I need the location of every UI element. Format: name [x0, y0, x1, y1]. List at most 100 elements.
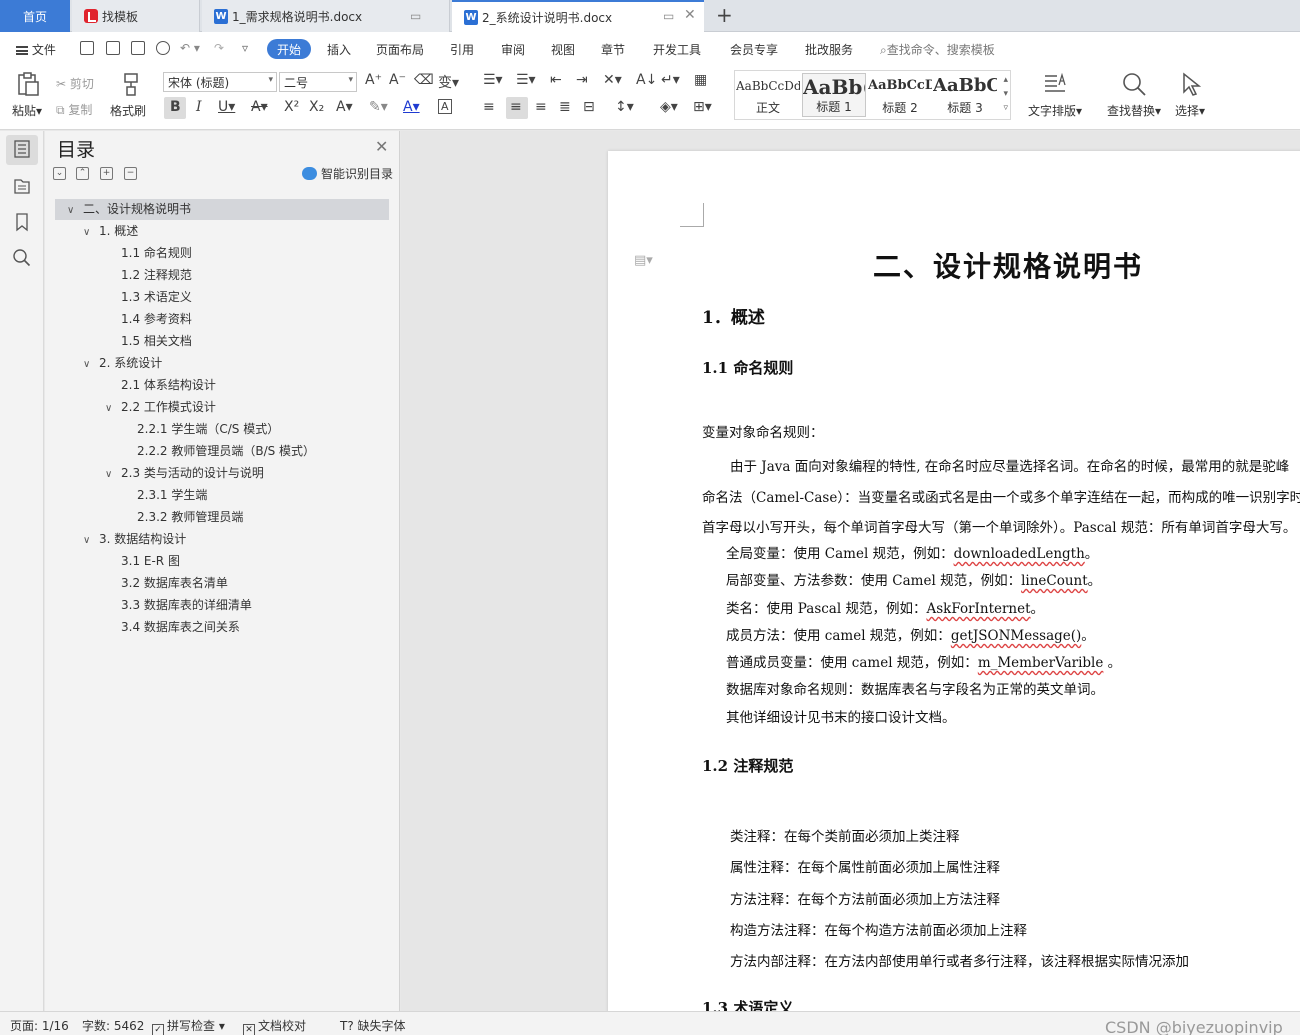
- style-normal[interactable]: AaBbCcDd 正文: [736, 73, 800, 117]
- spell-check-button[interactable]: ✓ 拼写检查 ▾: [152, 1017, 225, 1035]
- menu-item-view[interactable]: 视图: [551, 41, 575, 58]
- style-heading-2[interactable]: AaBbCcDd 标题 2: [868, 73, 932, 117]
- char-border-icon[interactable]: A: [438, 99, 452, 114]
- command-search[interactable]: ⌕查找命令、搜索模板: [880, 41, 995, 58]
- justify-icon[interactable]: ≣: [559, 99, 571, 115]
- toc-item[interactable]: 2.2.2 教师管理员端（B/S 模式）: [55, 441, 389, 462]
- decrease-indent-icon[interactable]: ⇤: [550, 72, 562, 88]
- chevron-down-icon[interactable]: ∨: [67, 200, 77, 221]
- text-layout-button[interactable]: 文字排版▾: [1028, 102, 1082, 119]
- toc-item[interactable]: 1.2 注释规范: [55, 265, 389, 286]
- chevron-down-icon[interactable]: ∨: [105, 398, 115, 419]
- paste-button[interactable]: 粘贴▾: [12, 102, 42, 119]
- toc-item[interactable]: ∨ 1. 概述: [55, 221, 389, 242]
- menu-item-developer[interactable]: 开发工具: [653, 41, 701, 58]
- remove-heading-icon[interactable]: −: [124, 167, 137, 180]
- chevron-down-icon[interactable]: ∨: [83, 354, 93, 375]
- word-count[interactable]: 字数: 5462: [82, 1017, 144, 1034]
- expand-up-icon[interactable]: ⌃: [76, 167, 89, 180]
- close-icon[interactable]: ✕: [684, 7, 696, 23]
- align-center-icon[interactable]: ≡: [510, 99, 522, 115]
- menu-item-review[interactable]: 审阅: [501, 41, 525, 58]
- chinese-layout-icon[interactable]: ✕▾: [603, 72, 622, 88]
- text-layout-icon[interactable]: [1042, 71, 1068, 97]
- toc-item[interactable]: 1.4 参考资料: [55, 309, 389, 330]
- italic-icon[interactable]: I: [196, 99, 202, 115]
- toc-item[interactable]: ∨ 3. 数据结构设计: [55, 529, 389, 550]
- print-preview-icon[interactable]: [156, 41, 170, 55]
- search-icon[interactable]: [12, 248, 32, 268]
- menu-item-references[interactable]: 引用: [450, 41, 474, 58]
- toc-item[interactable]: ∨ 2. 系统设计: [55, 353, 389, 374]
- toc-item[interactable]: 2.3.2 教师管理员端: [55, 507, 389, 528]
- table-layout-icon[interactable]: ▦: [694, 72, 707, 88]
- paragraph-handle-icon[interactable]: ▤▾: [634, 253, 653, 268]
- toc-item[interactable]: 1.3 术语定义: [55, 287, 389, 308]
- menu-item-grading[interactable]: 批改服务: [805, 41, 853, 58]
- increase-indent-icon[interactable]: ⇥: [576, 72, 588, 88]
- close-icon[interactable]: ✕: [375, 137, 388, 156]
- align-right-icon[interactable]: ≡: [535, 99, 547, 115]
- undo-icon[interactable]: ↶ ▾: [180, 41, 200, 55]
- sort-icon[interactable]: A↓: [636, 72, 657, 88]
- distributed-icon[interactable]: ⊟: [583, 99, 595, 115]
- menu-item-page-layout[interactable]: 页面布局: [376, 41, 424, 58]
- toc-item[interactable]: ∨ 2.2 工作模式设计: [55, 397, 389, 418]
- tab-templates[interactable]: 找模板: [72, 0, 200, 32]
- decrease-font-icon[interactable]: A⁻: [389, 72, 406, 88]
- font-color-icon[interactable]: A▾: [403, 99, 420, 115]
- toc-item[interactable]: 3.4 数据库表之间关系: [55, 617, 389, 638]
- toc-item[interactable]: ∨ 二、设计规格说明书: [55, 199, 389, 220]
- print-icon[interactable]: [131, 41, 145, 55]
- format-painter-icon[interactable]: [118, 71, 144, 97]
- collapse-all-icon[interactable]: ⌄: [53, 167, 66, 180]
- menu-item-home[interactable]: 开始: [267, 39, 311, 59]
- select-button[interactable]: 选择▾: [1175, 102, 1205, 119]
- menu-item-member[interactable]: 会员专享: [730, 41, 778, 58]
- bullet-list-icon[interactable]: ☰▾: [483, 72, 503, 88]
- toc-item[interactable]: 2.1 体系结构设计: [55, 375, 389, 396]
- subscript-icon[interactable]: X₂: [309, 99, 324, 115]
- document-page[interactable]: ▤▾ 二、设计规格说明书 1．概述 1.1 命名规则 变量对象命名规则： 由于 …: [608, 151, 1300, 1011]
- numbered-list-icon[interactable]: ☰▾: [516, 72, 536, 88]
- add-tab-icon[interactable]: +: [716, 3, 733, 27]
- file-menu[interactable]: 文件: [16, 41, 56, 58]
- tab-home[interactable]: 首页: [0, 0, 70, 32]
- screen-icon[interactable]: ▭: [410, 9, 421, 23]
- show-marks-icon[interactable]: ↵▾: [661, 72, 680, 88]
- chevron-down-icon[interactable]: ∨: [105, 464, 115, 485]
- chevron-down-icon[interactable]: ∨: [83, 530, 93, 551]
- copy-button[interactable]: ⧉ 复制: [56, 101, 92, 118]
- cut-button[interactable]: ✂ 剪切: [56, 75, 94, 92]
- doc-proofread-button[interactable]: ✕ 文档校对: [243, 1017, 306, 1035]
- menu-item-chapter[interactable]: 章节: [601, 41, 625, 58]
- chevron-down-icon[interactable]: ∨: [83, 222, 93, 243]
- style-heading-1[interactable]: AaBb( 标题 1: [802, 73, 866, 117]
- line-spacing-icon[interactable]: ↕▾: [615, 99, 634, 115]
- text-effect-icon[interactable]: A▾: [336, 99, 353, 115]
- format-painter-button[interactable]: 格式刷: [110, 102, 146, 119]
- menu-item-insert[interactable]: 插入: [327, 41, 351, 58]
- add-heading-icon[interactable]: +: [100, 167, 113, 180]
- find-replace-button[interactable]: 查找替换▾: [1107, 102, 1161, 119]
- highlight-icon[interactable]: ✎▾: [369, 99, 388, 115]
- superscript-icon[interactable]: X²: [284, 99, 299, 115]
- missing-font-button[interactable]: T? 缺失字体: [340, 1017, 406, 1034]
- clear-format-icon[interactable]: ⌫: [414, 72, 434, 88]
- shading-icon[interactable]: ◈▾: [660, 99, 678, 115]
- border-icon[interactable]: ⊞▾: [693, 99, 712, 115]
- magnifier-icon[interactable]: [1121, 71, 1147, 97]
- increase-font-icon[interactable]: A⁺: [365, 72, 382, 88]
- smart-toc-button[interactable]: 智能识别目录: [302, 165, 393, 182]
- phonetic-icon[interactable]: 变▾: [438, 72, 459, 92]
- toc-item[interactable]: 3.1 E-R 图: [55, 551, 389, 572]
- toc-item[interactable]: 1.5 相关文档: [55, 331, 389, 352]
- redo-icon[interactable]: ↷: [214, 41, 224, 55]
- save-icon[interactable]: [80, 41, 94, 55]
- chapter-nav-icon[interactable]: [12, 176, 32, 196]
- toc-item[interactable]: ∨ 2.3 类与活动的设计与说明: [55, 463, 389, 484]
- toc-item[interactable]: 2.3.1 学生端: [55, 485, 389, 506]
- toc-item[interactable]: 2.2.1 学生端（C/S 模式）: [55, 419, 389, 440]
- toc-item[interactable]: 1.1 命名规则: [55, 243, 389, 264]
- font-name-select[interactable]: 宋体 (标题): [163, 72, 277, 92]
